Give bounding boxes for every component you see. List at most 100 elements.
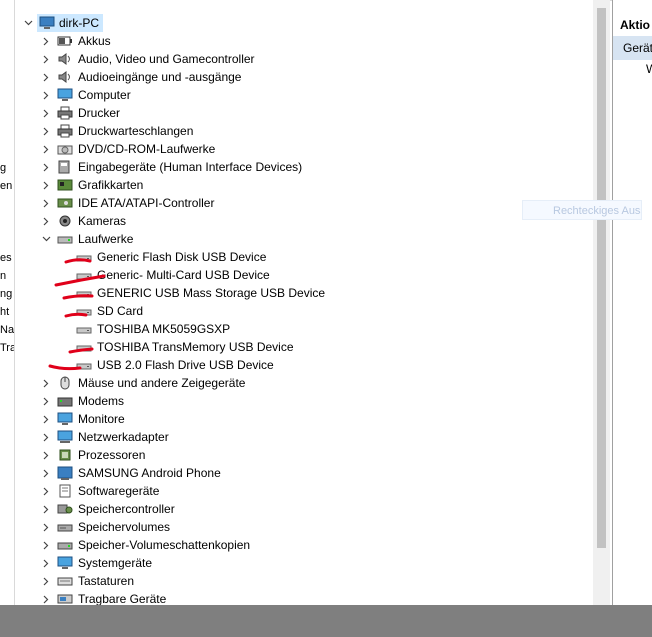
software-device-icon <box>57 484 73 498</box>
tree-category[interactable]: Tragbare Geräte <box>15 590 593 605</box>
tree-root[interactable]: dirk-PC <box>15 14 593 32</box>
tree-item-label: Akkus <box>78 34 111 48</box>
tree-item-label: Tastaturen <box>78 574 135 588</box>
tree-item-label: dirk-PC <box>59 16 100 30</box>
tree-device[interactable]: Generic- Multi-Card USB Device <box>15 266 593 284</box>
tree-category[interactable]: Computer <box>15 86 593 104</box>
expand-chevron-icon[interactable] <box>41 392 51 410</box>
vertical-scrollbar[interactable] <box>593 0 610 605</box>
actions-item[interactable]: W <box>646 62 652 76</box>
expand-chevron-icon[interactable] <box>41 374 51 392</box>
expand-chevron-icon[interactable] <box>41 464 51 482</box>
tree-device[interactable]: SD Card <box>15 302 593 320</box>
tree-item-label: Netzwerkadapter <box>78 430 169 444</box>
tree-category[interactable]: Speichercontroller <box>15 500 593 518</box>
tree-item-label: SD Card <box>97 304 144 318</box>
expand-chevron-icon[interactable] <box>41 104 51 122</box>
tree-category[interactable]: Kameras <box>15 212 593 230</box>
expand-chevron-icon[interactable] <box>41 410 51 428</box>
tree-category[interactable]: Grafikkarten <box>15 176 593 194</box>
actions-pane: Aktio Gerät W <box>613 0 652 605</box>
expand-chevron-icon[interactable] <box>41 590 51 605</box>
tree-item-label: USB 2.0 Flash Drive USB Device <box>97 358 274 372</box>
tree-item-label: Tragbare Geräte <box>78 592 167 605</box>
tree-item-label: GENERIC USB Mass Storage USB Device <box>97 286 326 300</box>
scrollbar-thumb[interactable] <box>597 8 606 548</box>
collapse-chevron-icon[interactable] <box>23 14 33 32</box>
network-adapter-icon <box>57 430 73 444</box>
phone-icon <box>57 466 73 480</box>
tree-item-label: Laufwerke <box>78 232 134 246</box>
tree-category[interactable]: SAMSUNG Android Phone <box>15 464 593 482</box>
expand-chevron-icon[interactable] <box>41 482 51 500</box>
tree-category[interactable]: Modems <box>15 392 593 410</box>
tree-item-label: Grafikkarten <box>78 178 144 192</box>
expand-chevron-icon[interactable] <box>41 428 51 446</box>
tree-category[interactable]: Prozessoren <box>15 446 593 464</box>
expand-chevron-icon[interactable] <box>41 212 51 230</box>
expand-chevron-icon[interactable] <box>41 176 51 194</box>
expand-chevron-icon[interactable] <box>41 158 51 176</box>
storage-controller-icon <box>57 502 73 516</box>
tree-category[interactable]: Softwaregeräte <box>15 482 593 500</box>
expand-chevron-icon[interactable] <box>41 194 51 212</box>
left-pane-fragment: ht <box>0 306 10 318</box>
tree-category[interactable]: Mäuse und andere Zeigegeräte <box>15 374 593 392</box>
tree-category[interactable]: Speichervolumes <box>15 518 593 536</box>
tree-item-label: Druckwarteschlangen <box>78 124 194 138</box>
tree-category[interactable]: Systemgeräte <box>15 554 593 572</box>
camera-icon <box>57 214 73 228</box>
expand-chevron-icon[interactable] <box>41 50 51 68</box>
dvd-drive-icon <box>57 142 73 156</box>
tree-item-label: Prozessoren <box>78 448 146 462</box>
tree-category[interactable]: Akkus <box>15 32 593 50</box>
monitor-icon <box>57 88 73 102</box>
expand-chevron-icon[interactable] <box>41 500 51 518</box>
actions-header: Aktio <box>620 18 650 32</box>
expand-chevron-icon[interactable] <box>41 518 51 536</box>
tree-category[interactable]: Audioeingänge und -ausgänge <box>15 68 593 86</box>
expand-chevron-icon[interactable] <box>41 140 51 158</box>
expand-chevron-icon[interactable] <box>41 554 51 572</box>
tree-device[interactable]: TOSHIBA MK5059GSXP <box>15 320 593 338</box>
tree-category[interactable]: Druckwarteschlangen <box>15 122 593 140</box>
processor-icon <box>57 448 73 462</box>
expand-chevron-icon[interactable] <box>41 122 51 140</box>
battery-icon <box>57 34 73 48</box>
tree-category[interactable]: Tastaturen <box>15 572 593 590</box>
monitor-icon <box>57 412 73 426</box>
tree-item-label: IDE ATA/ATAPI-Controller <box>78 196 215 210</box>
tree-category[interactable]: Drucker <box>15 104 593 122</box>
expand-chevron-icon[interactable] <box>41 446 51 464</box>
tree-item-label: Audioeingänge und -ausgänge <box>78 70 242 84</box>
tree-item-label: Drucker <box>78 106 121 120</box>
tree-device[interactable]: USB 2.0 Flash Drive USB Device <box>15 356 593 374</box>
tree-category[interactable]: Netzwerkadapter <box>15 428 593 446</box>
tree-category[interactable]: Monitore <box>15 410 593 428</box>
shadow-copy-icon <box>57 538 73 552</box>
device-tree[interactable]: dirk-PC Akkus Audio, Video und Gamecontrol… <box>15 0 593 605</box>
tree-category-expanded[interactable]: Laufwerke <box>15 230 593 248</box>
tree-device[interactable]: GENERIC USB Mass Storage USB Device <box>15 284 593 302</box>
expand-chevron-icon[interactable] <box>41 68 51 86</box>
expand-chevron-icon[interactable] <box>41 572 51 590</box>
tree-category[interactable]: Audio, Video und Gamecontroller <box>15 50 593 68</box>
tree-item-label: Computer <box>78 88 131 102</box>
tree-category[interactable]: Speicher-Volumeschattenkopien <box>15 536 593 554</box>
tree-item-label: TOSHIBA MK5059GSXP <box>97 322 231 336</box>
expand-chevron-icon[interactable] <box>41 32 51 50</box>
printer-icon <box>57 106 73 120</box>
actions-section-device[interactable]: Gerät <box>613 36 652 60</box>
collapse-chevron-icon[interactable] <box>41 230 51 248</box>
hid-icon <box>57 160 73 174</box>
tree-device[interactable]: TOSHIBA TransMemory USB Device <box>15 338 593 356</box>
expand-chevron-icon[interactable] <box>41 536 51 554</box>
child-drive-icon <box>76 250 92 264</box>
left-pane-fragment: g <box>0 162 7 174</box>
tree-category[interactable]: IDE ATA/ATAPI-Controller <box>15 194 593 212</box>
tree-device[interactable]: Generic Flash Disk USB Device <box>15 248 593 266</box>
tree-item-label: Speichercontroller <box>78 502 175 516</box>
expand-chevron-icon[interactable] <box>41 86 51 104</box>
tree-category[interactable]: DVD/CD-ROM-Laufwerke <box>15 140 593 158</box>
tree-category[interactable]: Eingabegeräte (Human Interface Devices) <box>15 158 593 176</box>
